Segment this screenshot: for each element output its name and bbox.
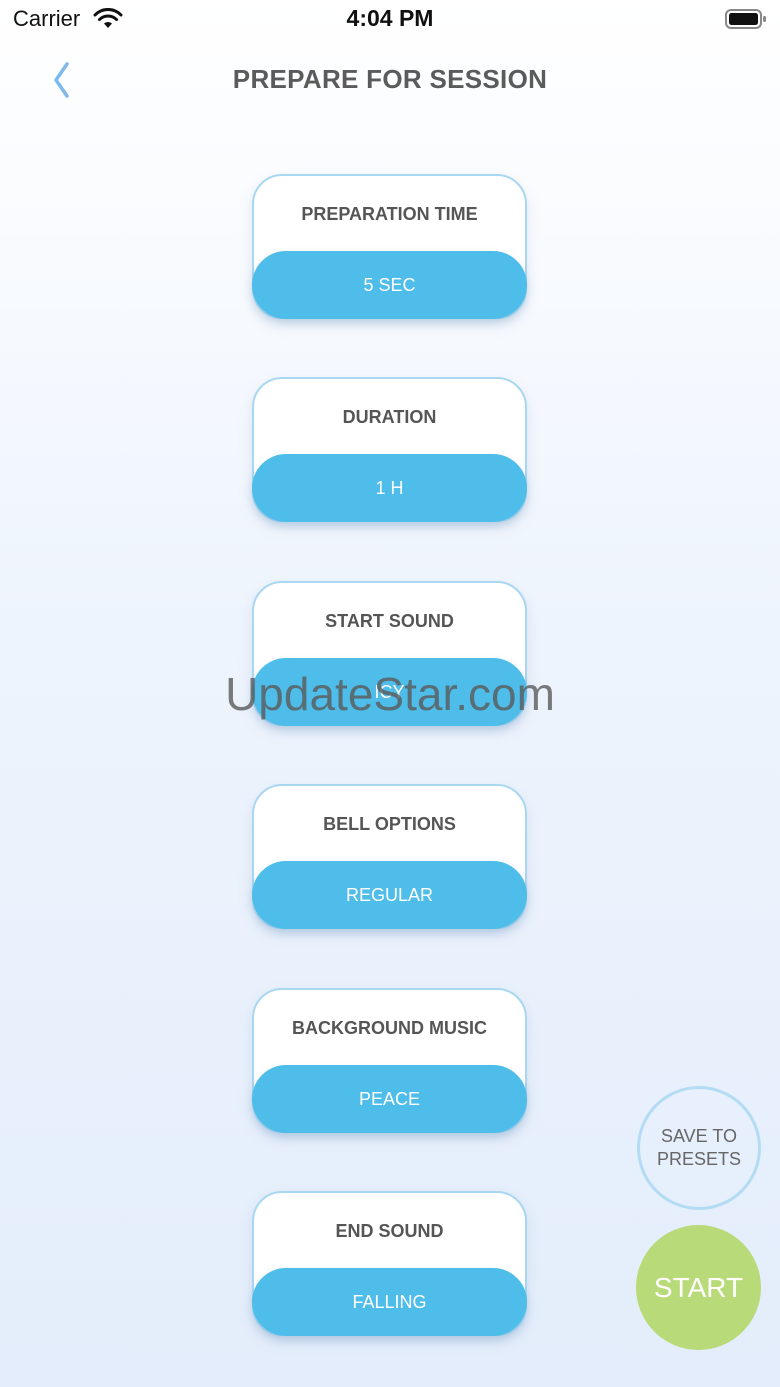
background-music-card: BACKGROUND MUSIC PEACE: [252, 988, 527, 1133]
bell-options-card: BELL OPTIONS REGULAR: [252, 784, 527, 929]
end-sound-selector[interactable]: FALLING: [252, 1268, 527, 1336]
card-label: PREPARATION TIME: [301, 204, 478, 224]
start-label: START: [653, 1271, 744, 1303]
start-sound-card: START SOUND ICY: [252, 581, 527, 726]
save-presets-label-line1: SAVE TO: [660, 1126, 738, 1146]
start-sound-selector[interactable]: ICY: [252, 658, 527, 726]
status-bar: Carrier 4:04 PM: [0, 0, 780, 40]
preparation-time-selector[interactable]: 5 SEC: [252, 251, 527, 319]
preparation-time-card: PREPARATION TIME 5 SEC: [252, 174, 527, 319]
battery-icon: [725, 9, 766, 29]
card-label: END SOUND: [335, 1221, 444, 1241]
card-label: BACKGROUND MUSIC: [292, 1018, 487, 1038]
card-label: DURATION: [342, 407, 437, 427]
start-button[interactable]: START: [636, 1225, 761, 1350]
duration-selector[interactable]: 1 H: [252, 454, 527, 522]
bell-options-selector[interactable]: REGULAR: [252, 861, 527, 929]
nav-bar: PREPARE FOR SESSION: [0, 50, 780, 110]
card-label: BELL OPTIONS: [323, 814, 456, 834]
card-label: START SOUND: [325, 611, 454, 631]
end-sound-card: END SOUND FALLING: [252, 1191, 527, 1336]
save-presets-label-line2: PRESETS: [656, 1149, 742, 1169]
status-time: 4:04 PM: [346, 5, 434, 31]
page-title: PREPARE FOR SESSION: [232, 64, 548, 94]
background-music-selector[interactable]: PEACE: [252, 1065, 527, 1133]
save-to-presets-button[interactable]: SAVE TO PRESETS: [637, 1086, 761, 1210]
duration-card: DURATION 1 H: [252, 377, 527, 522]
